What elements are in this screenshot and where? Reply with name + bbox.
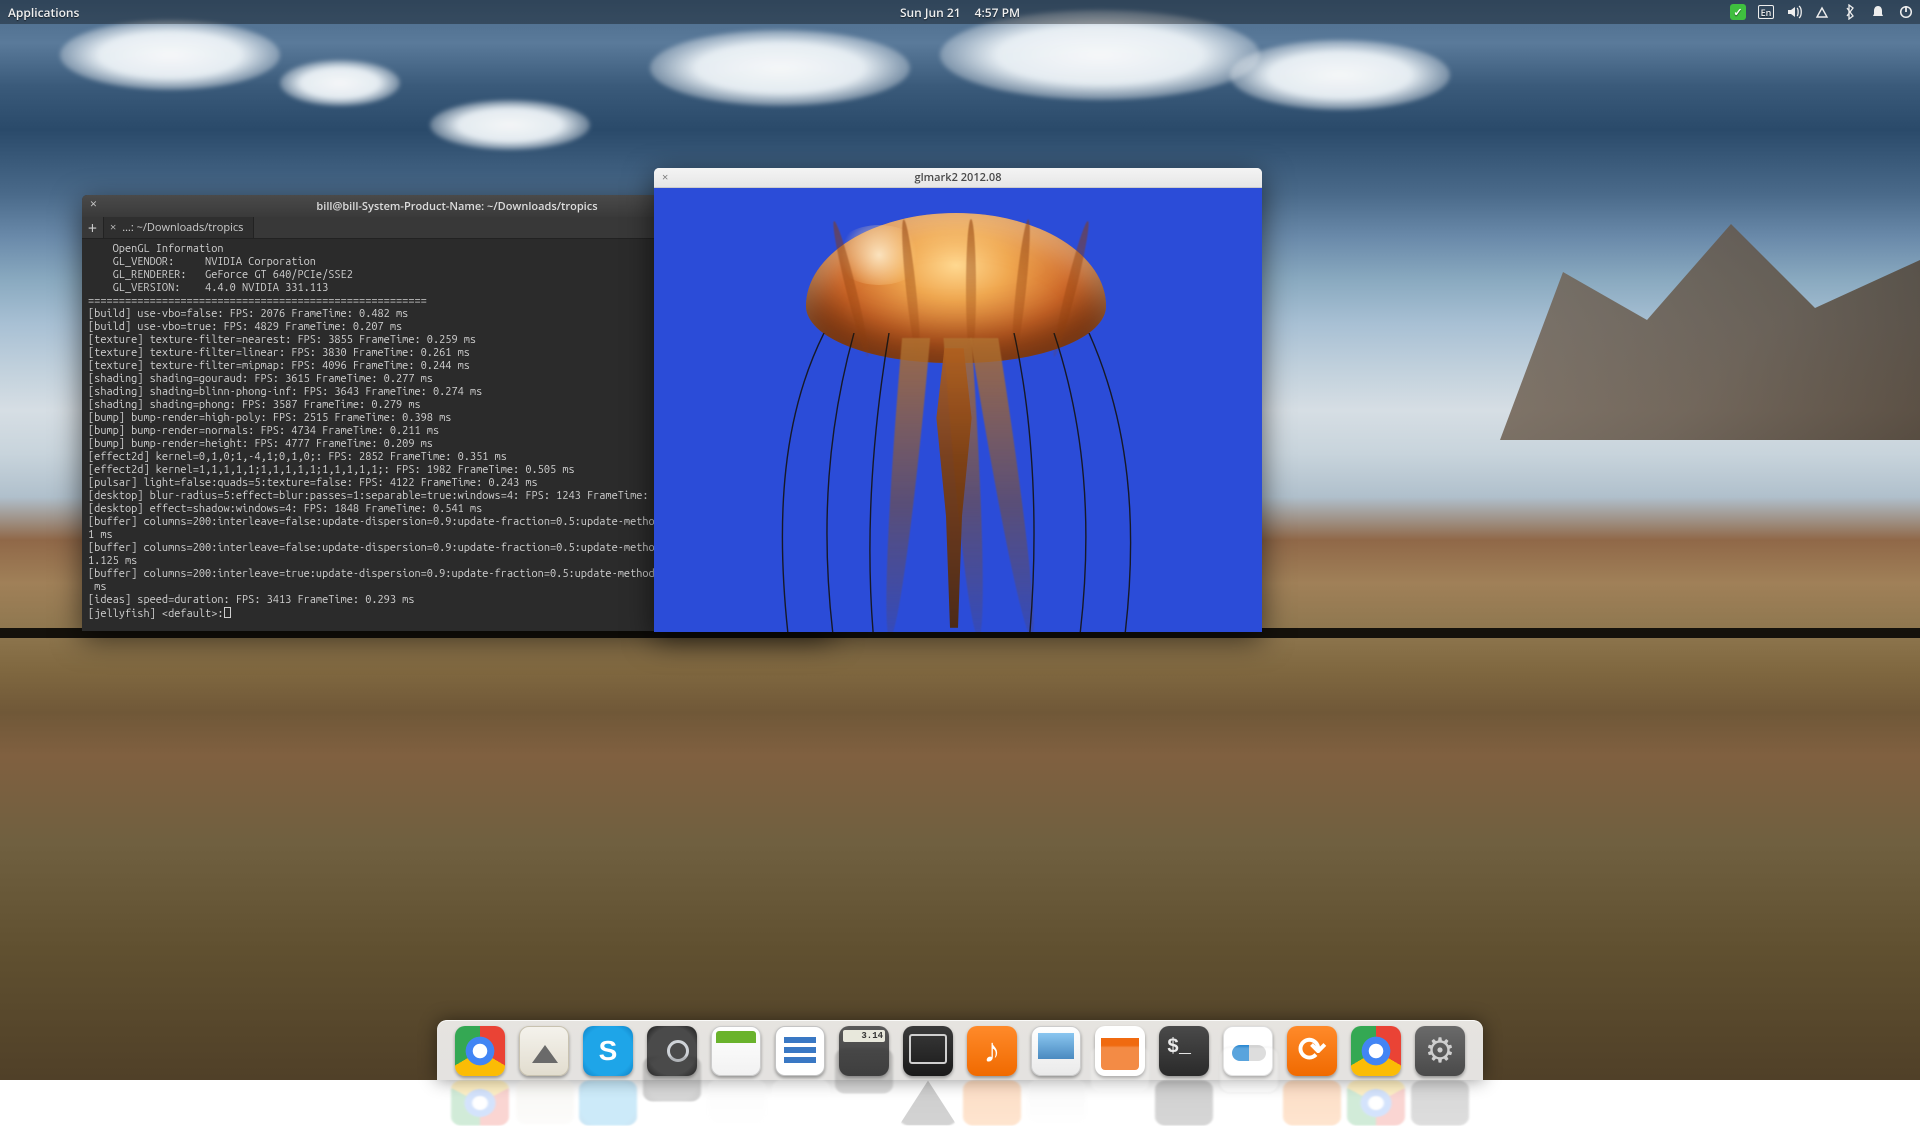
dock-app-calendar[interactable] [711, 1026, 761, 1076]
dock-app-photos[interactable] [1031, 1026, 1081, 1076]
dock-app-terminal[interactable] [1159, 1026, 1209, 1076]
terminal-tab-label: …: ~/Downloads/tropics [122, 220, 243, 235]
dock-app-files[interactable] [519, 1026, 569, 1076]
notifications-icon[interactable] [1870, 4, 1886, 20]
dock-app-steam[interactable] [647, 1026, 697, 1076]
dock-app-writer[interactable] [775, 1026, 825, 1076]
applications-menu[interactable]: Applications [8, 4, 79, 21]
glmark2-titlebar[interactable]: × glmark2 2012.08 [654, 168, 1262, 188]
jellyfish-tentacle [854, 333, 904, 632]
jellyfish-tentacle [1084, 333, 1154, 632]
terminal-tab-close-icon[interactable]: × [110, 220, 116, 235]
dock-app-chrome[interactable] [455, 1026, 505, 1076]
panel-time[interactable]: 4:57 PM [975, 4, 1020, 21]
terminal-close-button[interactable]: × [90, 198, 104, 212]
input-method-indicator[interactable]: En [1758, 4, 1774, 20]
dock-app-displays[interactable] [903, 1026, 953, 1076]
dock-app-settings[interactable] [1415, 1026, 1465, 1076]
dock-app-sync[interactable] [1287, 1026, 1337, 1076]
dock-app-music[interactable]: ♪ [967, 1026, 1017, 1076]
bluetooth-icon[interactable] [1842, 4, 1858, 20]
terminal-tab[interactable]: × …: ~/Downloads/tropics [104, 217, 254, 238]
glmark2-close-button[interactable]: × [662, 170, 668, 185]
network-icon[interactable] [1814, 4, 1830, 20]
dock-app-calculator[interactable] [839, 1026, 889, 1076]
dock-app-skype[interactable]: S [583, 1026, 633, 1076]
top-panel: Applications Sun Jun 21 4:57 PM ✓ En [0, 0, 1920, 24]
glmark2-window[interactable]: × glmark2 2012.08 [654, 168, 1262, 632]
glmark2-canvas [654, 188, 1262, 632]
jellyfish-tentacle [1004, 333, 1054, 632]
power-icon[interactable] [1898, 4, 1914, 20]
glmark2-title: glmark2 2012.08 [654, 170, 1262, 185]
mountain [1500, 200, 1920, 440]
panel-date[interactable]: Sun Jun 21 [900, 4, 961, 21]
dock-app-tweaks[interactable] [1223, 1026, 1273, 1076]
dock-app-software-center[interactable] [1095, 1026, 1145, 1076]
update-indicator[interactable]: ✓ [1730, 4, 1746, 20]
dock-app-chrome-2[interactable] [1351, 1026, 1401, 1076]
volume-icon[interactable] [1786, 4, 1802, 20]
terminal-new-tab-button[interactable]: + [82, 217, 104, 238]
dock: S ♪ [437, 1020, 1483, 1080]
